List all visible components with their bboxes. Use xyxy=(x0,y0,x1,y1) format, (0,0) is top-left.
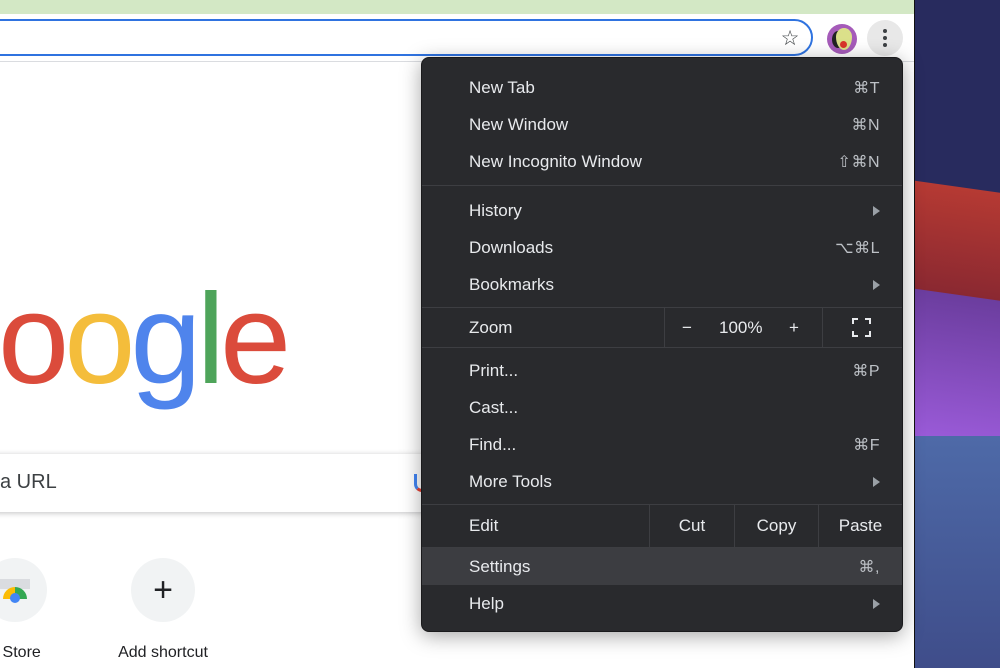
menu-item-shortcut: ⌘P xyxy=(852,362,880,380)
paste-button[interactable]: Paste xyxy=(819,506,902,546)
menu-item-shortcut: ⌘T xyxy=(853,79,880,97)
menu-item-label: Settings xyxy=(469,556,531,576)
chrome-menu: New Tab ⌘T New Window ⌘N New Incognito W… xyxy=(421,57,903,632)
menu-item-downloads[interactable]: Downloads ⌥⌘L xyxy=(422,229,902,266)
menu-item-label: Find... xyxy=(469,434,517,454)
logo-letter: l xyxy=(196,268,226,411)
submenu-arrow-icon xyxy=(873,205,880,216)
menu-item-new-incognito-window[interactable]: New Incognito Window ⇧⌘N xyxy=(422,143,902,180)
menu-separator xyxy=(822,308,823,347)
menu-item-label: New Incognito Window xyxy=(469,151,642,171)
plus-icon: + xyxy=(131,558,195,622)
logo-letter: e xyxy=(220,268,291,411)
menu-item-history[interactable]: History xyxy=(422,192,902,229)
menu-item-shortcut: ⌘N xyxy=(851,116,880,134)
zoom-level: 100% xyxy=(719,318,763,337)
menu-separator xyxy=(422,504,902,505)
menu-item-label: Downloads xyxy=(469,237,554,257)
shortcut-label: Add shortcut xyxy=(118,644,208,661)
menu-item-more-tools[interactable]: More Tools xyxy=(422,463,902,500)
cut-button[interactable]: Cut xyxy=(650,506,734,546)
menu-item-print[interactable]: Print... ⌘P xyxy=(422,352,902,389)
dot-icon xyxy=(883,36,887,40)
zoom-out-button[interactable]: − xyxy=(682,318,692,338)
edit-label: Edit xyxy=(469,516,499,535)
chrome-menu-button[interactable] xyxy=(867,20,903,56)
menu-item-label: New Tab xyxy=(469,77,535,97)
zoom-in-button[interactable]: + xyxy=(789,318,799,338)
menu-separator xyxy=(422,347,902,348)
logo-letter: o xyxy=(0,268,69,411)
menu-item-label: Help xyxy=(469,593,504,613)
menu-item-settings[interactable]: Settings ⌘, xyxy=(422,548,902,585)
menu-item-find[interactable]: Find... ⌘F xyxy=(422,426,902,463)
menu-row-zoom: Zoom xyxy=(422,309,902,346)
menu-item-label: Cast... xyxy=(469,397,519,417)
logo-letter: g xyxy=(130,268,201,411)
menu-item-shortcut: ⌥⌘L xyxy=(835,239,880,257)
zoom-label: Zoom xyxy=(469,317,513,337)
menu-item-shortcut: ⌘, xyxy=(858,558,880,576)
menu-item-help[interactable]: Help xyxy=(422,585,902,622)
menu-item-shortcut: ⌘F xyxy=(853,436,880,454)
copy-button[interactable]: Copy xyxy=(735,506,818,546)
menu-item-new-window[interactable]: New Window ⌘N xyxy=(422,106,902,143)
google-logo: oogle xyxy=(0,268,291,411)
profile-avatar-icon[interactable] xyxy=(827,24,857,54)
browser-toolbar: ☆ xyxy=(0,14,914,62)
menu-item-label: Print... xyxy=(469,360,519,380)
submenu-arrow-icon xyxy=(873,598,880,609)
menu-item-new-tab[interactable]: New Tab ⌘T xyxy=(422,69,902,106)
dot-icon xyxy=(883,29,887,33)
menu-item-bookmarks[interactable]: Bookmarks xyxy=(422,266,902,303)
menu-item-cast[interactable]: Cast... xyxy=(422,389,902,426)
tab-strip xyxy=(0,0,914,14)
menu-item-label: Bookmarks xyxy=(469,274,555,294)
shortcut-label: b Store xyxy=(0,644,41,661)
address-bar[interactable]: ☆ xyxy=(0,19,813,56)
search-placeholder: a URL xyxy=(0,471,57,493)
bookmark-star-icon[interactable]: ☆ xyxy=(779,27,801,49)
desktop-wallpaper xyxy=(914,0,1000,668)
menu-item-label: New Window xyxy=(469,114,569,134)
menu-separator xyxy=(422,185,902,186)
menu-item-label: More Tools xyxy=(469,471,552,491)
add-shortcut-button[interactable]: + Add shortcut xyxy=(108,558,218,662)
fullscreen-icon[interactable] xyxy=(852,318,871,337)
submenu-arrow-icon xyxy=(873,476,880,487)
logo-letter: o xyxy=(64,268,135,411)
submenu-arrow-icon xyxy=(873,279,880,290)
menu-item-shortcut: ⇧⌘N xyxy=(837,153,880,171)
search-box[interactable]: a URL xyxy=(0,454,440,512)
menu-separator xyxy=(664,308,665,347)
menu-separator xyxy=(422,307,902,308)
menu-item-label: History xyxy=(469,200,522,220)
dot-icon xyxy=(883,43,887,47)
shortcut-web-store[interactable]: b Store xyxy=(0,558,70,662)
shortcut-tile xyxy=(0,558,47,622)
web-store-icon xyxy=(0,579,30,603)
avatar-shape xyxy=(840,41,847,48)
